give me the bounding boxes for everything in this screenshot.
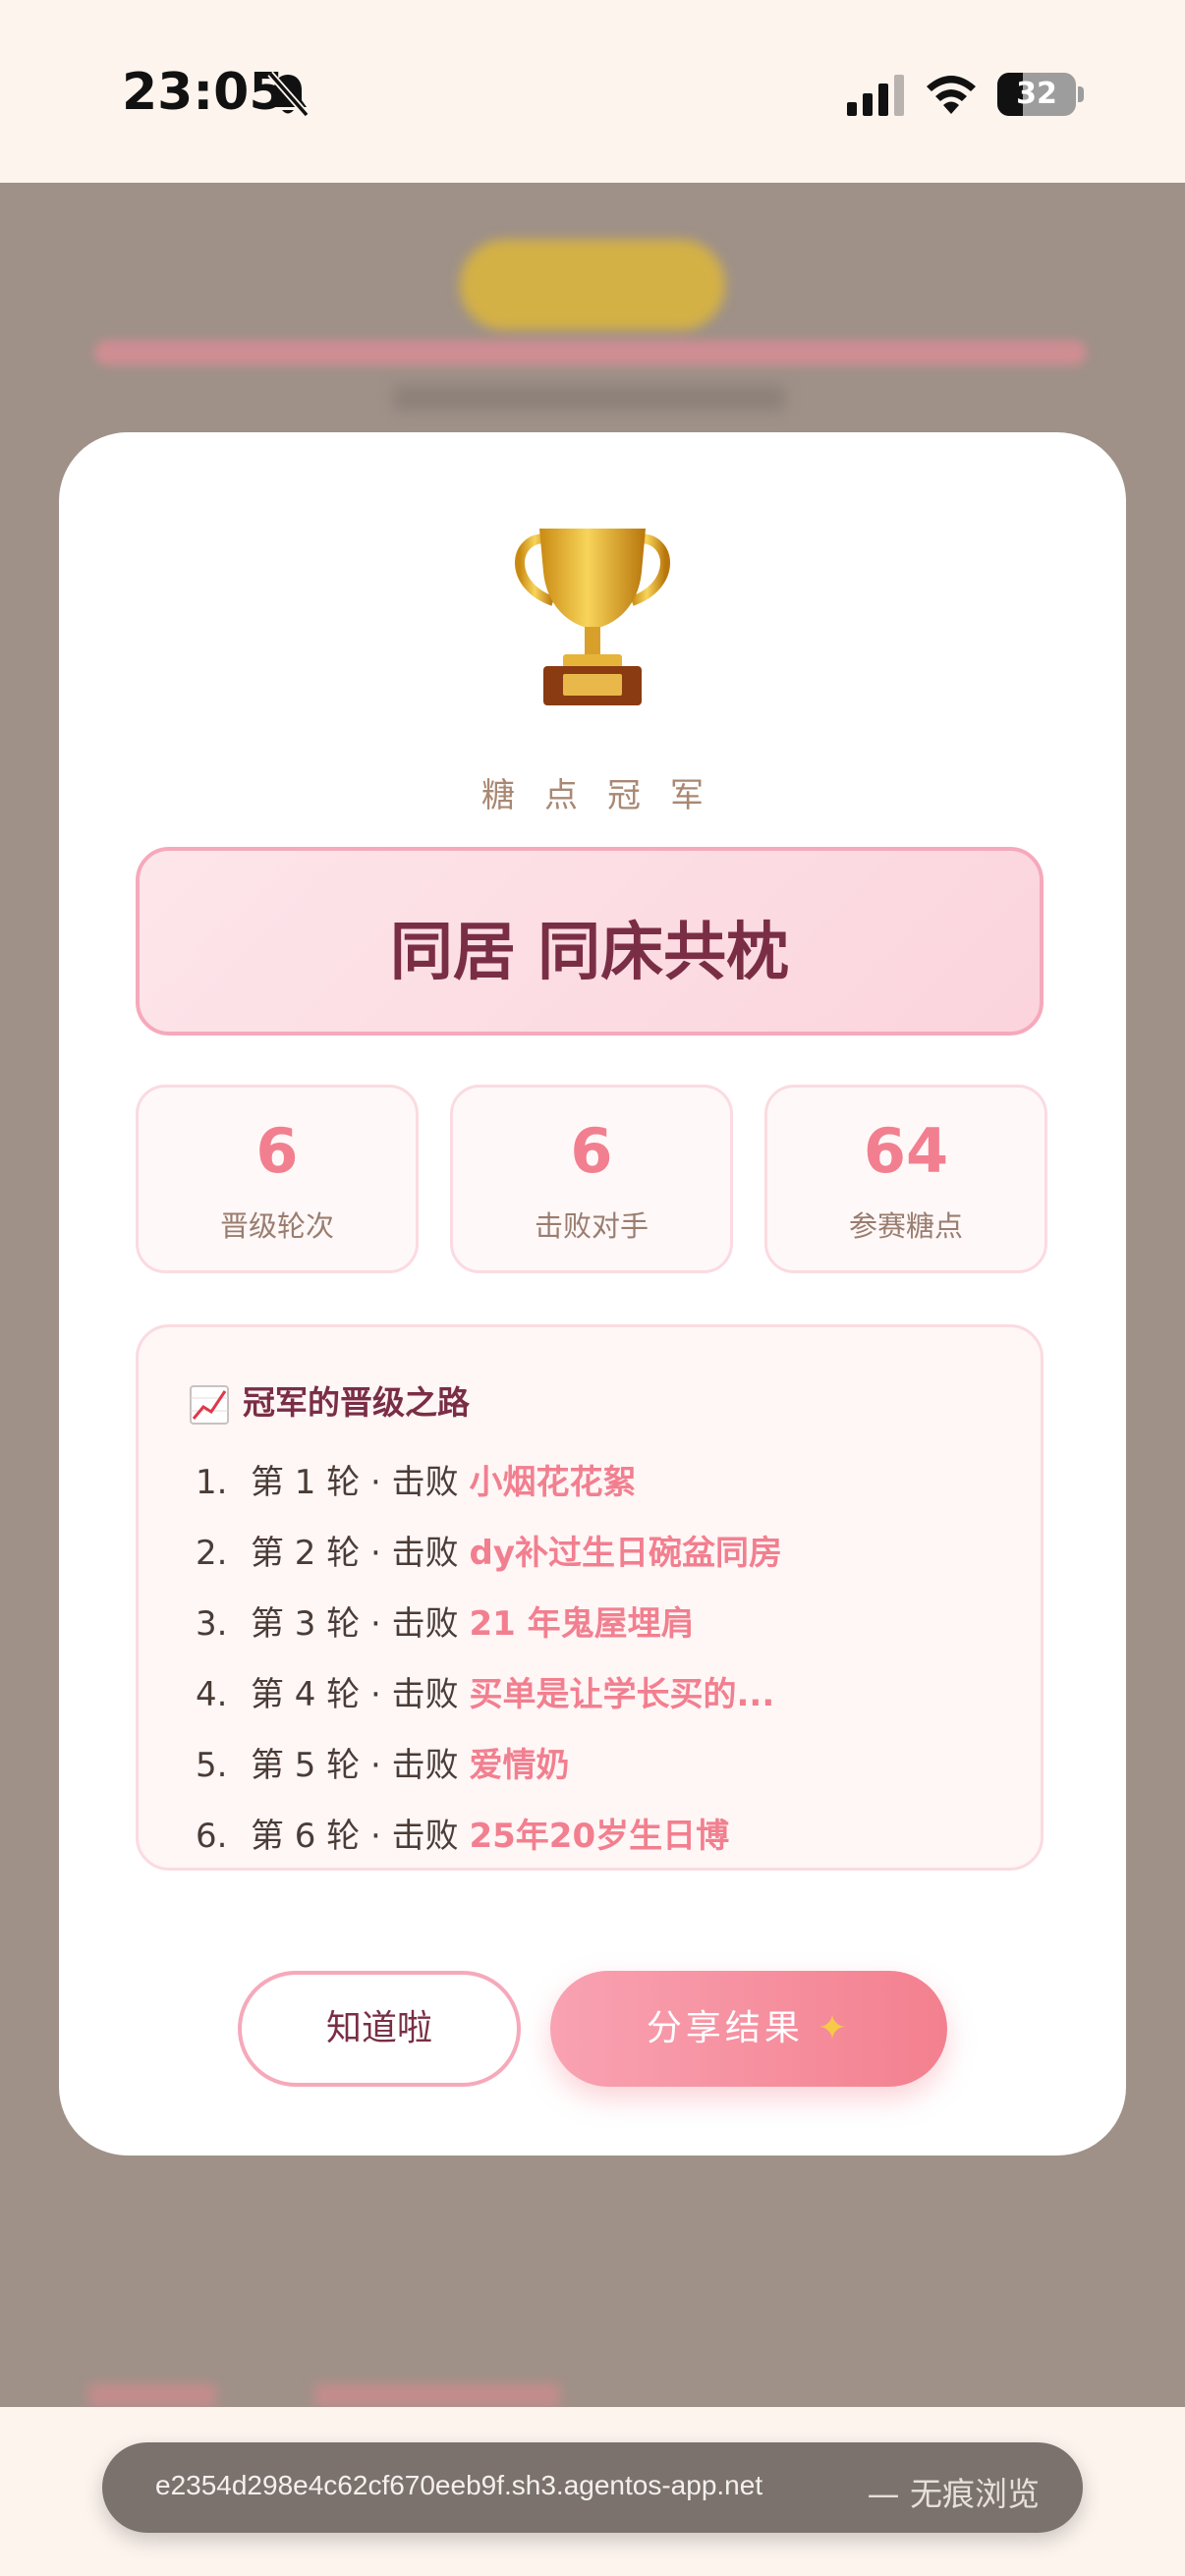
stat-value: 6: [255, 1115, 299, 1187]
wifi-icon: [927, 76, 976, 114]
background-bottom-text: [314, 2383, 560, 2407]
list-item: 5. 第 5 轮 · 击败 爱情奶: [196, 1746, 570, 1785]
opponent-name: 爱情奶: [469, 1746, 570, 1785]
chart-increasing-icon: [190, 1384, 229, 1425]
battery-level: 32: [1016, 77, 1057, 111]
list-item: 6. 第 6 轮 · 击败 25年20岁生日博: [196, 1817, 730, 1856]
stat-label: 晋级轮次: [219, 1209, 334, 1243]
opponent-name: 21 年鬼屋埋肩: [469, 1604, 695, 1644]
signal-icon: [847, 75, 904, 116]
champion-name: 同居 同床共枕: [389, 917, 790, 989]
list-item: 3. 第 3 轮 · 击败 21 年鬼屋埋肩: [196, 1604, 695, 1644]
stat-value: 64: [863, 1115, 949, 1187]
battery-icon: 32: [997, 73, 1076, 116]
stat-card-rounds: 6 晋级轮次: [136, 1085, 419, 1273]
opponent-name: 25年20岁生日博: [469, 1817, 730, 1856]
stat-label: 参赛糖点: [848, 1209, 963, 1243]
opponent-name: 小烟花花絮: [469, 1463, 637, 1502]
background-text: [393, 385, 786, 411]
got-it-button[interactable]: 知道啦: [238, 1971, 521, 2087]
champion-card: 同居 同床共枕: [136, 847, 1044, 1036]
battery-cap: [1078, 86, 1084, 102]
list-item: 4. 第 4 轮 · 击败 买单是让学长买的...: [196, 1675, 775, 1714]
champion-modal: 糖点冠军 同居 同床共枕 6 晋级轮次 6 击败对手 64 参赛糖点 冠军的晋级…: [59, 432, 1126, 2156]
round-list: 1. 第 1 轮 · 击败 小烟花花絮 2. 第 2 轮 · 击败 dy补过生日碗盆…: [196, 1455, 782, 1879]
background-bottom-text: [88, 2383, 216, 2407]
url-text: e2354d298e4c62cf670eeb9f.sh3.agentos-app…: [155, 2470, 763, 2500]
private-mode-label: — 无痕浏览: [867, 2475, 1041, 2513]
opponent-name: dy补过生日碗盆同房: [469, 1534, 782, 1573]
stat-card-entries: 64 参赛糖点: [764, 1085, 1047, 1273]
trophy-icon: [515, 529, 670, 705]
status-time: 23:05: [122, 63, 285, 122]
path-title-text: 冠军的晋级之路: [243, 1383, 470, 1422]
browser-bottom-bar: e2354d298e4c62cf670eeb9f.sh3.agentos-app…: [0, 2407, 1185, 2576]
list-item: 2. 第 2 轮 · 击败 dy补过生日碗盆同房: [196, 1534, 782, 1573]
stat-label: 击败对手: [534, 1209, 649, 1243]
modal-subtitle: 糖点冠军: [481, 776, 733, 815]
stat-value: 6: [570, 1115, 613, 1187]
address-bar[interactable]: e2354d298e4c62cf670eeb9f.sh3.agentos-app…: [102, 2442, 1083, 2533]
share-button-label: 分享结果: [646, 2008, 804, 2048]
status-bar: 23:05 32: [0, 0, 1185, 183]
opponent-name: 买单是让学长买的...: [469, 1675, 775, 1714]
background-progress-bar: [94, 340, 1087, 365]
list-item: 1. 第 1 轮 · 击败 小烟花花絮: [196, 1463, 637, 1502]
champion-path-card: 冠军的晋级之路 1. 第 1 轮 · 击败 小烟花花絮 2. 第 2 轮 · 击败 …: [136, 1324, 1044, 1871]
sparkles-icon: ✦: [817, 2008, 852, 2048]
path-title: 冠军的晋级之路: [190, 1376, 470, 1425]
stat-card-defeated: 6 击败对手: [450, 1085, 733, 1273]
background-pill: [460, 240, 725, 330]
share-result-button[interactable]: 分享结果 ✦: [550, 1971, 947, 2087]
bell-slash-icon: [267, 71, 310, 118]
